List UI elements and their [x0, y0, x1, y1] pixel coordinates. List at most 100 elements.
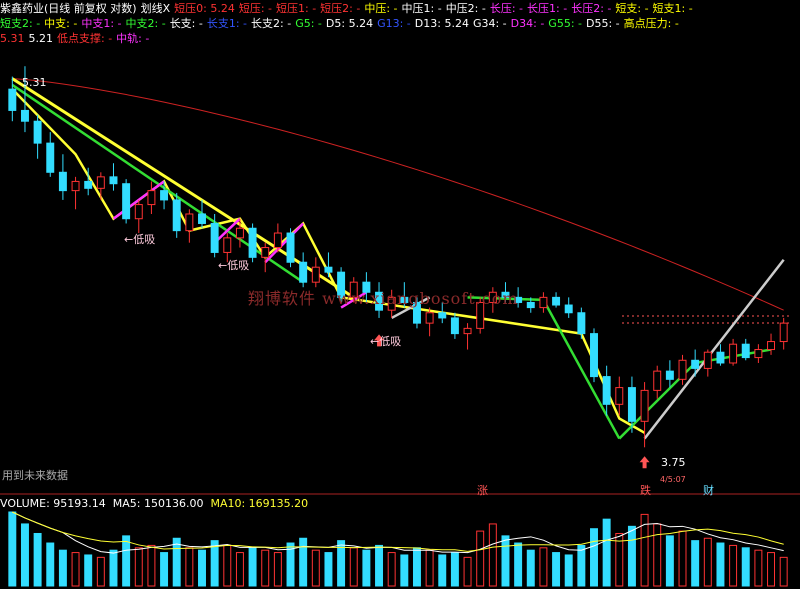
indicator-row1-0: 紫鑫药业(日线 前复权 对数) — [0, 2, 137, 15]
candle-body — [311, 266, 320, 283]
indicator-row2-10: D13: 5.24 — [414, 17, 469, 30]
volume-header: VOLUME: 95193.14 MA5: 150136.00 MA10: 16… — [0, 497, 308, 510]
candle-body — [716, 351, 725, 364]
indicator-row1-9: 长压: - — [489, 2, 524, 15]
volume-bar — [362, 549, 371, 587]
volume-bar — [463, 556, 472, 587]
low-suck-label-1: ←低吸 — [124, 233, 156, 246]
volume-bar — [71, 552, 80, 587]
indicator-row1-6: 中压: - — [364, 2, 398, 15]
indicator-row2-11: G34: - — [472, 17, 507, 30]
volume-bar — [577, 544, 586, 587]
candle-body — [590, 333, 598, 378]
indicator-row3-2: 低点支撑: - — [57, 32, 113, 45]
indicator-row2-3: 中支2: - — [125, 17, 166, 30]
volume-bar — [691, 540, 700, 587]
candle-body — [185, 213, 194, 232]
candle-body — [691, 359, 700, 369]
volume-bar — [501, 535, 510, 587]
candle-body — [122, 183, 131, 220]
future-data-note: 用到未来数据 — [2, 469, 68, 482]
candle-body — [84, 180, 93, 189]
candle-body — [235, 227, 244, 239]
volume-bar — [552, 552, 561, 587]
volume-bar — [235, 552, 244, 587]
volume-bar — [349, 547, 358, 587]
ma10-value: MA10: 169135.20 — [210, 497, 309, 510]
candle-body — [665, 370, 674, 380]
candle-body — [172, 199, 181, 232]
volume-bar — [627, 525, 636, 587]
volume-bar — [324, 552, 333, 587]
candle-body — [248, 227, 257, 258]
candle-body — [71, 180, 80, 192]
indicator-row2-2: 中支1: - — [81, 17, 122, 30]
candle-body — [653, 370, 662, 391]
candle-body — [463, 327, 472, 335]
volume-bar — [109, 549, 118, 587]
candle-body — [147, 190, 156, 206]
volume-bar — [539, 547, 548, 587]
volume-bar — [741, 547, 750, 587]
candle-body — [261, 247, 270, 258]
small-date-marker: 4/5:07 — [660, 475, 686, 484]
candle-body — [754, 349, 763, 359]
candle-body — [425, 312, 434, 324]
volume-bar — [147, 544, 156, 587]
volume-bar — [311, 549, 320, 587]
volume-bar — [425, 549, 434, 587]
volume-bar — [412, 547, 421, 587]
volume-bar — [476, 530, 485, 587]
indicator-row1-2: 短压0: 5.24 — [174, 2, 235, 15]
indicator-row-2: 短支2: - 中支: - 中支1: - 中支2: - 长支: - 长支1: - 长支2: -… — [0, 17, 683, 31]
candle-body — [627, 387, 636, 422]
white-trendline-rise — [643, 259, 785, 440]
candle-body — [779, 322, 788, 343]
volume-bar — [767, 552, 776, 587]
buy-arrow-icon — [639, 456, 650, 469]
volume-bar — [438, 554, 447, 587]
candle-body — [526, 301, 535, 309]
volume-bar — [160, 552, 169, 587]
candle-body — [438, 312, 447, 319]
indicator-row1-7: 中压1: - — [401, 2, 442, 15]
indicator-row2-14: D55: - — [586, 17, 620, 30]
indicator-row2-8: D5: 5.24 — [325, 17, 374, 30]
candle-body — [678, 359, 687, 380]
indicator-row1-11: 长压2: - — [571, 2, 612, 15]
finance-marker: 财 — [703, 484, 714, 497]
candle-body — [577, 312, 586, 335]
volume-bar — [703, 537, 712, 587]
volume-bar — [375, 544, 384, 587]
candle-body — [134, 204, 143, 220]
volume-bar — [122, 535, 131, 587]
indicator-row2-0: 短支2: - — [0, 17, 41, 30]
volume-bar — [223, 544, 232, 587]
volume-bar — [400, 554, 409, 587]
volume-bar — [779, 556, 788, 587]
candle-body — [767, 341, 776, 351]
indicator-row2-1: 中支: - — [44, 17, 78, 30]
indicator-row-1: 紫鑫药业(日线 前复权 对数) 划线X 短压0: 5.24 短压: - 短压1: - 短压… — [0, 2, 697, 16]
low-suck-label-3: ←低吸 — [370, 335, 402, 348]
indicator-row1-1: 划线X — [140, 2, 171, 15]
volume-bar — [172, 537, 181, 587]
indicator-row2-15: 高点压力: - — [623, 17, 679, 30]
candle-body — [8, 88, 17, 111]
volume-bar — [729, 544, 738, 587]
volume-bar — [33, 532, 42, 587]
indicator-row1-3: 短压: - — [238, 2, 272, 15]
volume-bar — [96, 556, 105, 587]
indicator-row1-5: 短压2: - — [320, 2, 361, 15]
volume-bar — [653, 523, 662, 587]
volume-value: VOLUME: 95193.14 — [0, 497, 106, 510]
volume-bar — [514, 542, 523, 587]
volume-bar — [185, 547, 194, 587]
candle-body — [33, 120, 42, 144]
indicator-row2-4: 长支: - — [169, 17, 203, 30]
volume-bar — [248, 547, 257, 587]
indicator-row1-10: 长压1: - — [527, 2, 568, 15]
volume-bar — [210, 540, 219, 587]
volume-bar — [488, 523, 497, 587]
indicator-row3-3: 中轨: - — [116, 32, 150, 45]
